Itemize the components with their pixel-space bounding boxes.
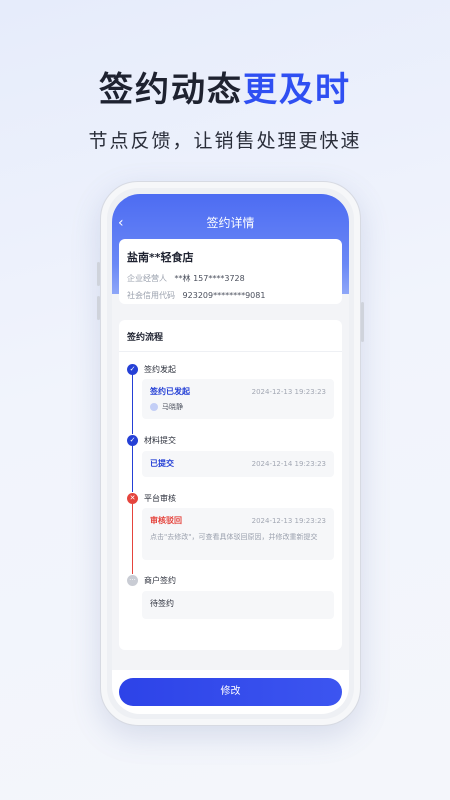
timeline-line [132, 374, 133, 434]
flow-step: ··· 商户签约 [127, 574, 176, 586]
step-status: 已提交 [150, 459, 174, 468]
step-label: 签约发起 [144, 364, 176, 374]
more-icon: ··· [127, 574, 138, 586]
step-time: 2024-12-14 19:23:23 [251, 459, 326, 468]
step-label: 商户签约 [144, 575, 176, 585]
chevron-left-icon[interactable]: ‹ [118, 212, 124, 234]
step-status: 审核驳回 [150, 516, 182, 525]
flow-step: ✓ 签约发起 [127, 363, 176, 375]
step-status: 待签约 [150, 599, 174, 608]
step-time: 2024-12-13 19:23:23 [251, 387, 326, 396]
nav-bar: ‹ 签约详情 [112, 212, 349, 234]
step-detail: 审核驳回 2024-12-13 19:23:23 点击"去修改"，可查看具体驳回… [142, 508, 334, 560]
step-label: 平台审核 [144, 493, 176, 503]
credit-code-row: 社会信用代码 923209********9081 [127, 290, 334, 301]
credit-code-label: 社会信用代码 [127, 291, 175, 300]
check-icon: ✓ [127, 434, 138, 446]
step-label: 材料提交 [144, 435, 176, 445]
phone-screen: ‹ 签约详情 盐南**轻食店 企业经营人 **林 157****3728 社会信… [112, 194, 349, 714]
timeline-line [132, 503, 133, 574]
step-time: 2024-12-13 19:23:23 [251, 516, 326, 525]
divider [119, 351, 342, 352]
step-status: 签约已发起 [150, 387, 190, 396]
operator-value: **林 157****3728 [174, 274, 245, 283]
nav-title: 签约详情 [206, 216, 255, 230]
promo-headline: 签约动态更及时 [0, 62, 450, 111]
step-detail: 签约已发起 2024-12-13 19:23:23 马晓静 [142, 379, 334, 419]
credit-code-value: 923209********9081 [182, 291, 266, 300]
close-icon: ✕ [127, 492, 138, 504]
step-detail: 待签约 [142, 591, 334, 619]
timeline-line [132, 445, 133, 492]
phone-side-button [97, 262, 100, 286]
modify-button[interactable]: 修改 [119, 678, 342, 706]
flow-step: ✓ 材料提交 [127, 434, 176, 446]
operator-row: 企业经营人 **林 157****3728 [127, 273, 334, 284]
step-detail: 已提交 2024-12-14 19:23:23 [142, 451, 334, 477]
user-icon [150, 403, 158, 411]
flow-title: 签约流程 [127, 333, 164, 343]
headline-highlight: 更及时 [243, 70, 351, 110]
step-person: 马晓静 [150, 402, 326, 412]
headline-part1: 签约动态 [99, 70, 243, 110]
step-note: 点击"去修改"，可查看具体驳回原因，并修改重新提交 [150, 533, 318, 541]
phone-side-button [97, 296, 100, 320]
store-info-card: 盐南**轻食店 企业经营人 **林 157****3728 社会信用代码 923… [119, 239, 342, 304]
store-name: 盐南**轻食店 [127, 251, 194, 264]
check-icon: ✓ [127, 363, 138, 375]
phone-side-button [361, 302, 364, 342]
bottom-bar: 修改 [112, 670, 349, 714]
sign-flow-card: 签约流程 ✓ 签约发起 签约已发起 2024-12-13 19:23:23 马晓… [119, 320, 342, 650]
flow-step: ✕ 平台审核 [127, 492, 176, 504]
promo-subheadline: 节点反馈，让销售处理更快速 [88, 130, 362, 152]
person-name: 马晓静 [162, 403, 183, 411]
operator-label: 企业经营人 [127, 274, 167, 283]
